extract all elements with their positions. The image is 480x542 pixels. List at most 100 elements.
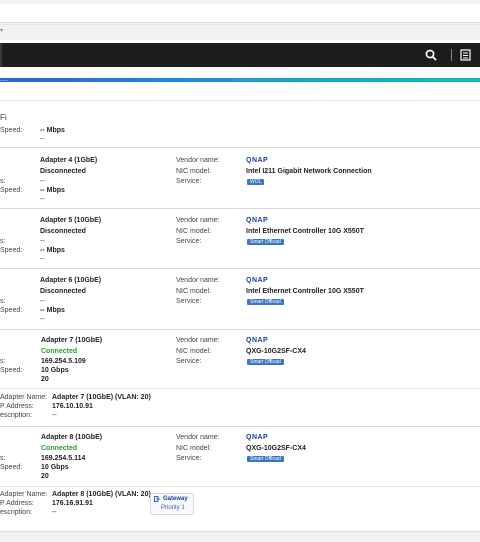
adapter-name-label: Adapter Name:: [0, 394, 48, 401]
nic-model-label: NIC model:: [176, 445, 212, 452]
header-edge: [0, 43, 2, 67]
ip-address-label: P Address:: [0, 403, 34, 410]
nic-model-label: NIC model:: [176, 228, 212, 235]
vendor-label: Vendor name:: [176, 157, 220, 164]
description-label: escription:: [0, 412, 32, 419]
vendor-label: Vendor name:: [176, 337, 220, 344]
adapter-ip: 169.254.5.109: [41, 358, 86, 365]
nic-model-label: NIC model:: [176, 168, 212, 175]
service-badge: Smart Offload: [247, 299, 284, 305]
status-label: s:: [0, 178, 6, 185]
speed-label: Speed:: [0, 367, 23, 374]
nic-model-value: QXG-10G2SF-CX4: [246, 348, 306, 355]
vendor-label: Vendor name:: [176, 434, 220, 441]
search-icon[interactable]: [425, 49, 437, 61]
speed-label: Speed:: [0, 127, 23, 134]
service-badge: WOL: [247, 179, 265, 185]
status-label: s:: [0, 238, 6, 245]
adapter-status: Disconnected: [40, 228, 86, 235]
adapter-ip: 169.254.5.114: [41, 455, 86, 462]
status-label: s:: [0, 358, 6, 365]
gateway-label: Gateway: [163, 496, 188, 502]
header-divider: [451, 49, 452, 61]
adapter-name: Adapter 4 (1GbE): [40, 157, 98, 164]
bottom-bar: [0, 531, 480, 542]
browser-overflow-icon: ▾: [0, 28, 4, 34]
adapter-ip: --: [40, 298, 45, 305]
adapter-status: Connected: [41, 348, 78, 355]
adapter-speed: -- Mbps: [40, 187, 65, 194]
adapter-ip: --: [40, 238, 45, 245]
adapter-speed: -- Mbps: [40, 307, 65, 314]
qnap-logo: QNAP: [246, 217, 269, 224]
clipboard-list-icon[interactable]: [458, 49, 472, 61]
adapter-name: Adapter 5 (10GbE): [40, 217, 102, 224]
adapter-extra: 20: [41, 376, 49, 383]
nic-model-label: NIC model:: [176, 348, 212, 355]
speed-label: Speed:: [0, 307, 23, 314]
adapter-speed: 10 Gbps: [41, 464, 69, 471]
service-label: Service:: [176, 298, 202, 305]
adapter-extra: 20: [41, 473, 49, 480]
adapter-extra: --: [40, 256, 45, 263]
qnap-logo: QNAP: [246, 337, 269, 344]
vlan-ip: 176.16.91.91: [52, 500, 93, 507]
gateway-chip[interactable]: Gateway Priority 1: [150, 493, 194, 515]
adapter-divider: [0, 268, 480, 269]
speed-label: Speed:: [0, 464, 23, 471]
qnap-logo: QNAP: [246, 434, 269, 441]
vlan-description: --: [52, 412, 57, 419]
adapter-name: Adapter 8 (10GbE): [41, 434, 103, 441]
accent-progress-bar: [0, 78, 480, 82]
nic-model-value: Intel I211 Gigabit Network Connection: [246, 168, 372, 175]
vlan-divider: [0, 486, 480, 487]
vendor-label: Vendor name:: [176, 217, 220, 224]
adapter-status: Connected: [41, 445, 78, 452]
vlan-divider: [0, 388, 480, 389]
vendor-label: Vendor name:: [176, 277, 220, 284]
adapter-divider: [0, 426, 480, 427]
adapter-name-label: Adapter Name:: [0, 491, 48, 498]
status-label: s:: [0, 455, 6, 462]
service-label: Service:: [176, 358, 202, 365]
nic-model-value: Intel Ethernet Controller 10G X550T: [246, 228, 364, 235]
vlan-ip: 176.10.10.91: [52, 403, 93, 410]
service-label: Service:: [176, 178, 202, 185]
adapter-name: Adapter 6 (10GbE): [40, 277, 102, 284]
qnap-logo: QNAP: [246, 277, 269, 284]
adapter-divider: [0, 329, 480, 330]
adapter-extra: --: [40, 196, 45, 203]
nic-model-value: Intel Ethernet Controller 10G X550T: [246, 288, 364, 295]
adapter-speed: -- Mbps: [40, 247, 65, 254]
extra-value: --: [40, 136, 45, 143]
app-header: [0, 43, 480, 67]
accent-dots: ......: [0, 77, 9, 83]
nic-model-label: NIC model:: [176, 288, 212, 295]
section-label: Fi: [0, 113, 7, 122]
service-label: Service:: [176, 238, 202, 245]
service-badge: Smart Offload: [247, 239, 284, 245]
adapter-speed: 10 Gbps: [41, 367, 69, 374]
service-badge: Smart Offload: [247, 359, 284, 365]
adapter-divider: [0, 208, 480, 209]
speed-label: Speed:: [0, 247, 23, 254]
gateway-priority: Priority 1: [161, 505, 185, 511]
tab-divider: [0, 100, 480, 101]
vlan-name: Adapter 7 (10GbE) (VLAN: 20): [52, 394, 151, 401]
browser-chrome: ▾: [0, 0, 480, 40]
adapter-name: Adapter 7 (10GbE): [41, 337, 103, 344]
vlan-name: Adapter 8 (10GbE) (VLAN: 20): [52, 491, 151, 498]
speed-value: -- Mbps: [40, 127, 65, 134]
ip-address-label: P Address:: [0, 500, 34, 507]
service-badge: Smart Offload: [247, 456, 284, 462]
service-label: Service:: [176, 455, 202, 462]
adapter-status: Disconnected: [40, 288, 86, 295]
adapter-ip: --: [40, 178, 45, 185]
browser-address-bar[interactable]: [0, 4, 480, 23]
adapter-status: Disconnected: [40, 168, 86, 175]
description-label: escription:: [0, 509, 32, 516]
vlan-description: --: [52, 509, 57, 516]
adapter-divider: [0, 147, 480, 148]
qnap-logo: QNAP: [246, 157, 269, 164]
nic-model-value: QXG-10G2SF-CX4: [246, 445, 306, 452]
